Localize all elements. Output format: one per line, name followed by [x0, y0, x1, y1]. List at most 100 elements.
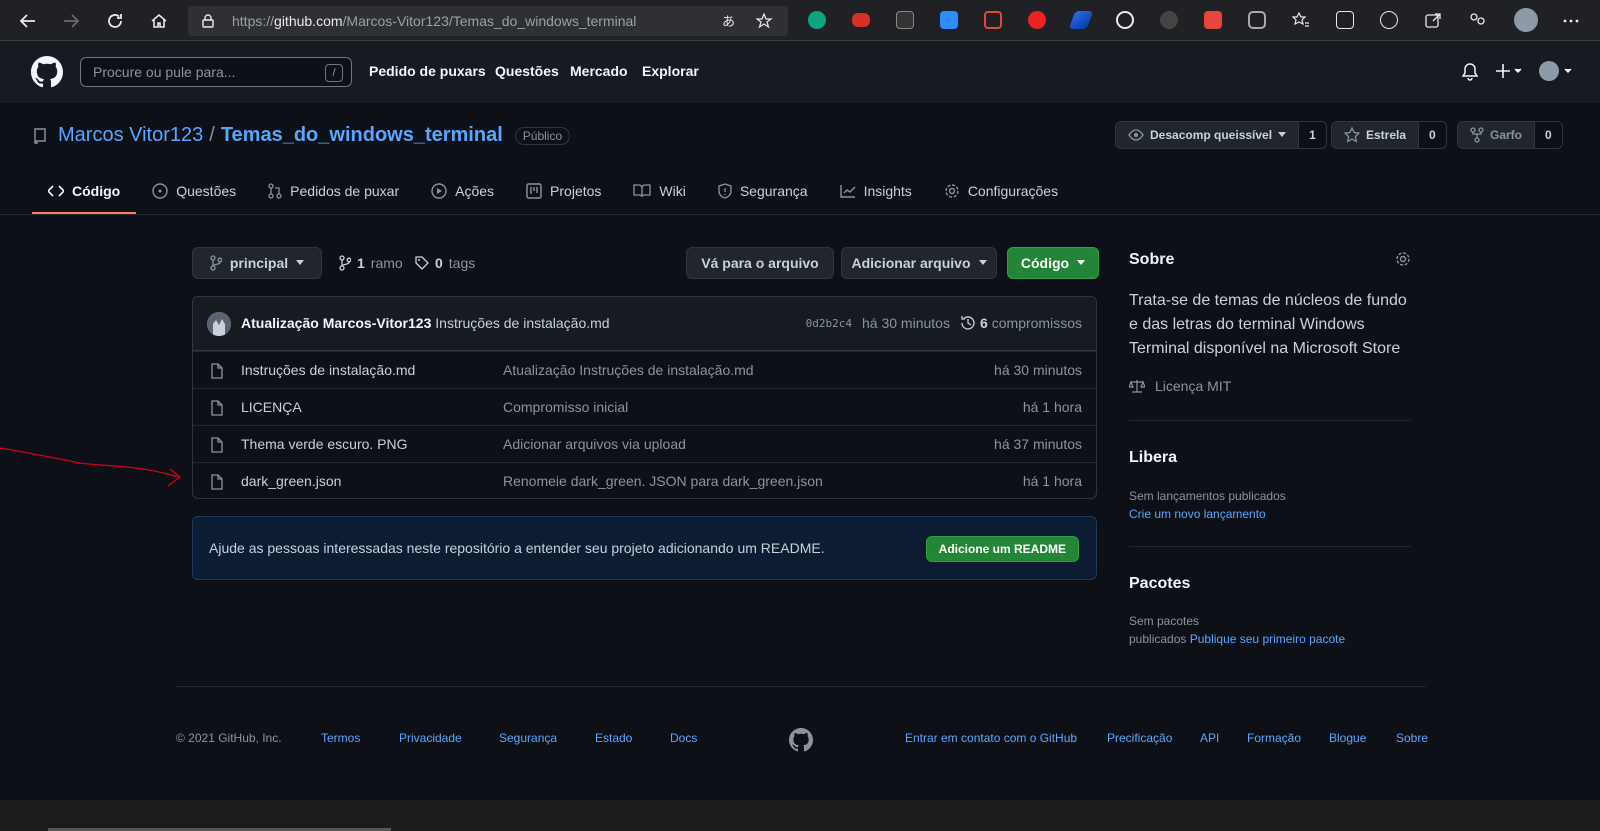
extension-stop-icon[interactable] [1028, 11, 1046, 29]
footer-link-terms[interactable]: Termos [321, 731, 360, 745]
star-button[interactable]: Estrela [1332, 122, 1419, 148]
footer-link-contact[interactable]: Entrar em contato com o GitHub [905, 731, 1077, 745]
pull-request-icon [268, 183, 282, 199]
extension-tab-icon[interactable] [896, 11, 914, 29]
footer-github-logo-icon[interactable] [789, 728, 813, 752]
footer-link-training[interactable]: Formação [1247, 731, 1301, 745]
file-commit-message[interactable]: Adicionar arquivos via upload [503, 436, 686, 452]
footer-link-docs[interactable]: Docs [670, 731, 697, 745]
extension-glasses-icon[interactable] [1160, 11, 1178, 29]
publish-package-link[interactable]: Publique seu primeiro pacote [1190, 632, 1345, 646]
repo-name-link[interactable]: Temas_do_windows_terminal [221, 124, 503, 147]
profile-avatar-icon[interactable] [1514, 8, 1538, 32]
tab-code[interactable]: Código [32, 171, 137, 214]
favorites-icon[interactable] [1292, 11, 1310, 29]
nav-marketplace[interactable]: Mercado [570, 63, 628, 79]
footer-link-status[interactable]: Estado [595, 731, 632, 745]
star-count[interactable]: 0 [1418, 122, 1446, 148]
commit-message[interactable]: Atualização Marcos-Vitor123 Instruções d… [241, 315, 610, 331]
sidebar-divider [1129, 546, 1411, 547]
tab-label: Projetos [550, 183, 602, 199]
tab-label: Código [72, 183, 121, 199]
footer-link-privacy[interactable]: Privacidade [399, 731, 462, 745]
tab-actions[interactable]: Ações [415, 171, 510, 211]
lock-icon [202, 14, 214, 28]
file-name-link[interactable]: LICENÇA [241, 399, 302, 415]
fork-count[interactable]: 0 [1534, 122, 1562, 148]
tags-link[interactable]: 0 tags [415, 255, 475, 271]
notifications-bell-icon[interactable] [1462, 63, 1478, 81]
releases-heading[interactable]: Libera [1129, 449, 1177, 467]
extension-a-icon[interactable] [808, 11, 826, 29]
fork-label: Garfo [1490, 128, 1523, 142]
tag-icon [415, 256, 429, 270]
branch-select-button[interactable]: principal [192, 247, 322, 279]
tags-count: 0 [435, 255, 443, 271]
tab-wiki[interactable]: Wiki [617, 171, 701, 211]
extension-pen-icon[interactable] [1068, 11, 1094, 29]
search-shortcut-key: / [325, 64, 343, 82]
address-bar[interactable]: https://github.com/Marcos-Vitor123/Temas… [188, 6, 788, 36]
file-name-link[interactable]: dark_green.json [241, 473, 341, 489]
tab-security[interactable]: Segurança [702, 171, 824, 211]
code-dropdown-button[interactable]: Código [1007, 247, 1099, 279]
refresh-icon[interactable] [102, 8, 128, 34]
tab-insights[interactable]: Insights [824, 171, 928, 211]
file-name-link[interactable]: Thema verde escuro. PNG [241, 436, 408, 452]
extension-github-icon[interactable] [1116, 11, 1134, 29]
footer-copyright: © 2021 GitHub, Inc. [176, 731, 282, 745]
extension-upload-icon[interactable] [984, 11, 1002, 29]
add-readme-button[interactable]: Adicione um README [925, 536, 1079, 562]
user-avatar-menu[interactable] [1538, 60, 1574, 82]
file-commit-message[interactable]: Compromisso inicial [503, 399, 628, 415]
license-link[interactable]: Licença MIT [1129, 378, 1231, 394]
go-to-file-button[interactable]: Vá para o arquivo [686, 247, 834, 279]
collections-icon[interactable] [1336, 11, 1354, 29]
repo-owner-link[interactable]: Marcos Vitor123 [58, 124, 203, 147]
create-release-link[interactable]: Crie um novo lançamento [1129, 505, 1286, 523]
edit-about-gear-icon[interactable] [1395, 251, 1411, 267]
file-commit-message[interactable]: Renomeie dark_green. JSON para dark_gree… [503, 473, 823, 489]
file-name-link[interactable]: Instruções de instalação.md [241, 362, 415, 378]
commit-author-avatar[interactable] [207, 312, 231, 336]
extension-zoom-icon[interactable] [940, 11, 958, 29]
file-commit-message[interactable]: Atualização Instruções de instalação.md [503, 362, 754, 378]
commits-history-link[interactable]: 6 compromissos [960, 315, 1082, 331]
fork-button[interactable]: Garfo [1458, 122, 1535, 148]
profiles-icon[interactable] [1468, 11, 1486, 29]
tab-projects[interactable]: Projetos [510, 171, 617, 211]
nav-explore[interactable]: Explorar [642, 63, 699, 79]
github-logo-icon[interactable] [31, 56, 63, 88]
fork-button-group: Garfo 0 [1457, 121, 1563, 149]
extensions-puzzle-icon[interactable] [1248, 11, 1266, 29]
tab-pull-requests[interactable]: Pedidos de puxar [252, 171, 415, 211]
packages-heading[interactable]: Pacotes [1129, 575, 1190, 593]
tab-settings[interactable]: Configurações [928, 171, 1074, 211]
watch-button[interactable]: Desacomp queissível [1116, 122, 1299, 148]
search-input[interactable]: Procure ou pule para... / [80, 57, 352, 87]
nav-issues[interactable]: Questões [495, 63, 559, 79]
tab-issues[interactable]: Questões [136, 171, 252, 211]
footer-link-security[interactable]: Segurança [499, 731, 557, 745]
footer-link-api[interactable]: API [1200, 731, 1219, 745]
watch-count[interactable]: 1 [1298, 122, 1326, 148]
forward-icon[interactable] [58, 8, 84, 34]
add-favorite-icon[interactable] [756, 13, 774, 29]
extension-video-icon[interactable] [852, 13, 870, 27]
footer-link-about[interactable]: Sobre [1396, 731, 1428, 745]
nav-pull-requests[interactable]: Pedido de puxars [369, 63, 486, 79]
footer-link-pricing[interactable]: Precificação [1107, 731, 1172, 745]
create-new-plus-icon[interactable] [1496, 63, 1524, 79]
commit-sha[interactable]: 0d2b2c4 [806, 317, 852, 330]
share-icon[interactable] [1424, 11, 1442, 29]
back-icon[interactable] [15, 8, 41, 34]
browser-essentials-icon[interactable] [1380, 11, 1398, 29]
more-icon[interactable] [1562, 12, 1580, 30]
extension-grid-icon[interactable] [1204, 11, 1222, 29]
home-icon[interactable] [146, 8, 172, 34]
translate-icon[interactable]: あ [722, 13, 740, 29]
footer-link-blog[interactable]: Blogue [1329, 731, 1366, 745]
tab-label: Ações [455, 183, 495, 199]
add-file-button[interactable]: Adicionar arquivo [841, 247, 997, 279]
branches-link[interactable]: 1 ramo [339, 255, 403, 271]
